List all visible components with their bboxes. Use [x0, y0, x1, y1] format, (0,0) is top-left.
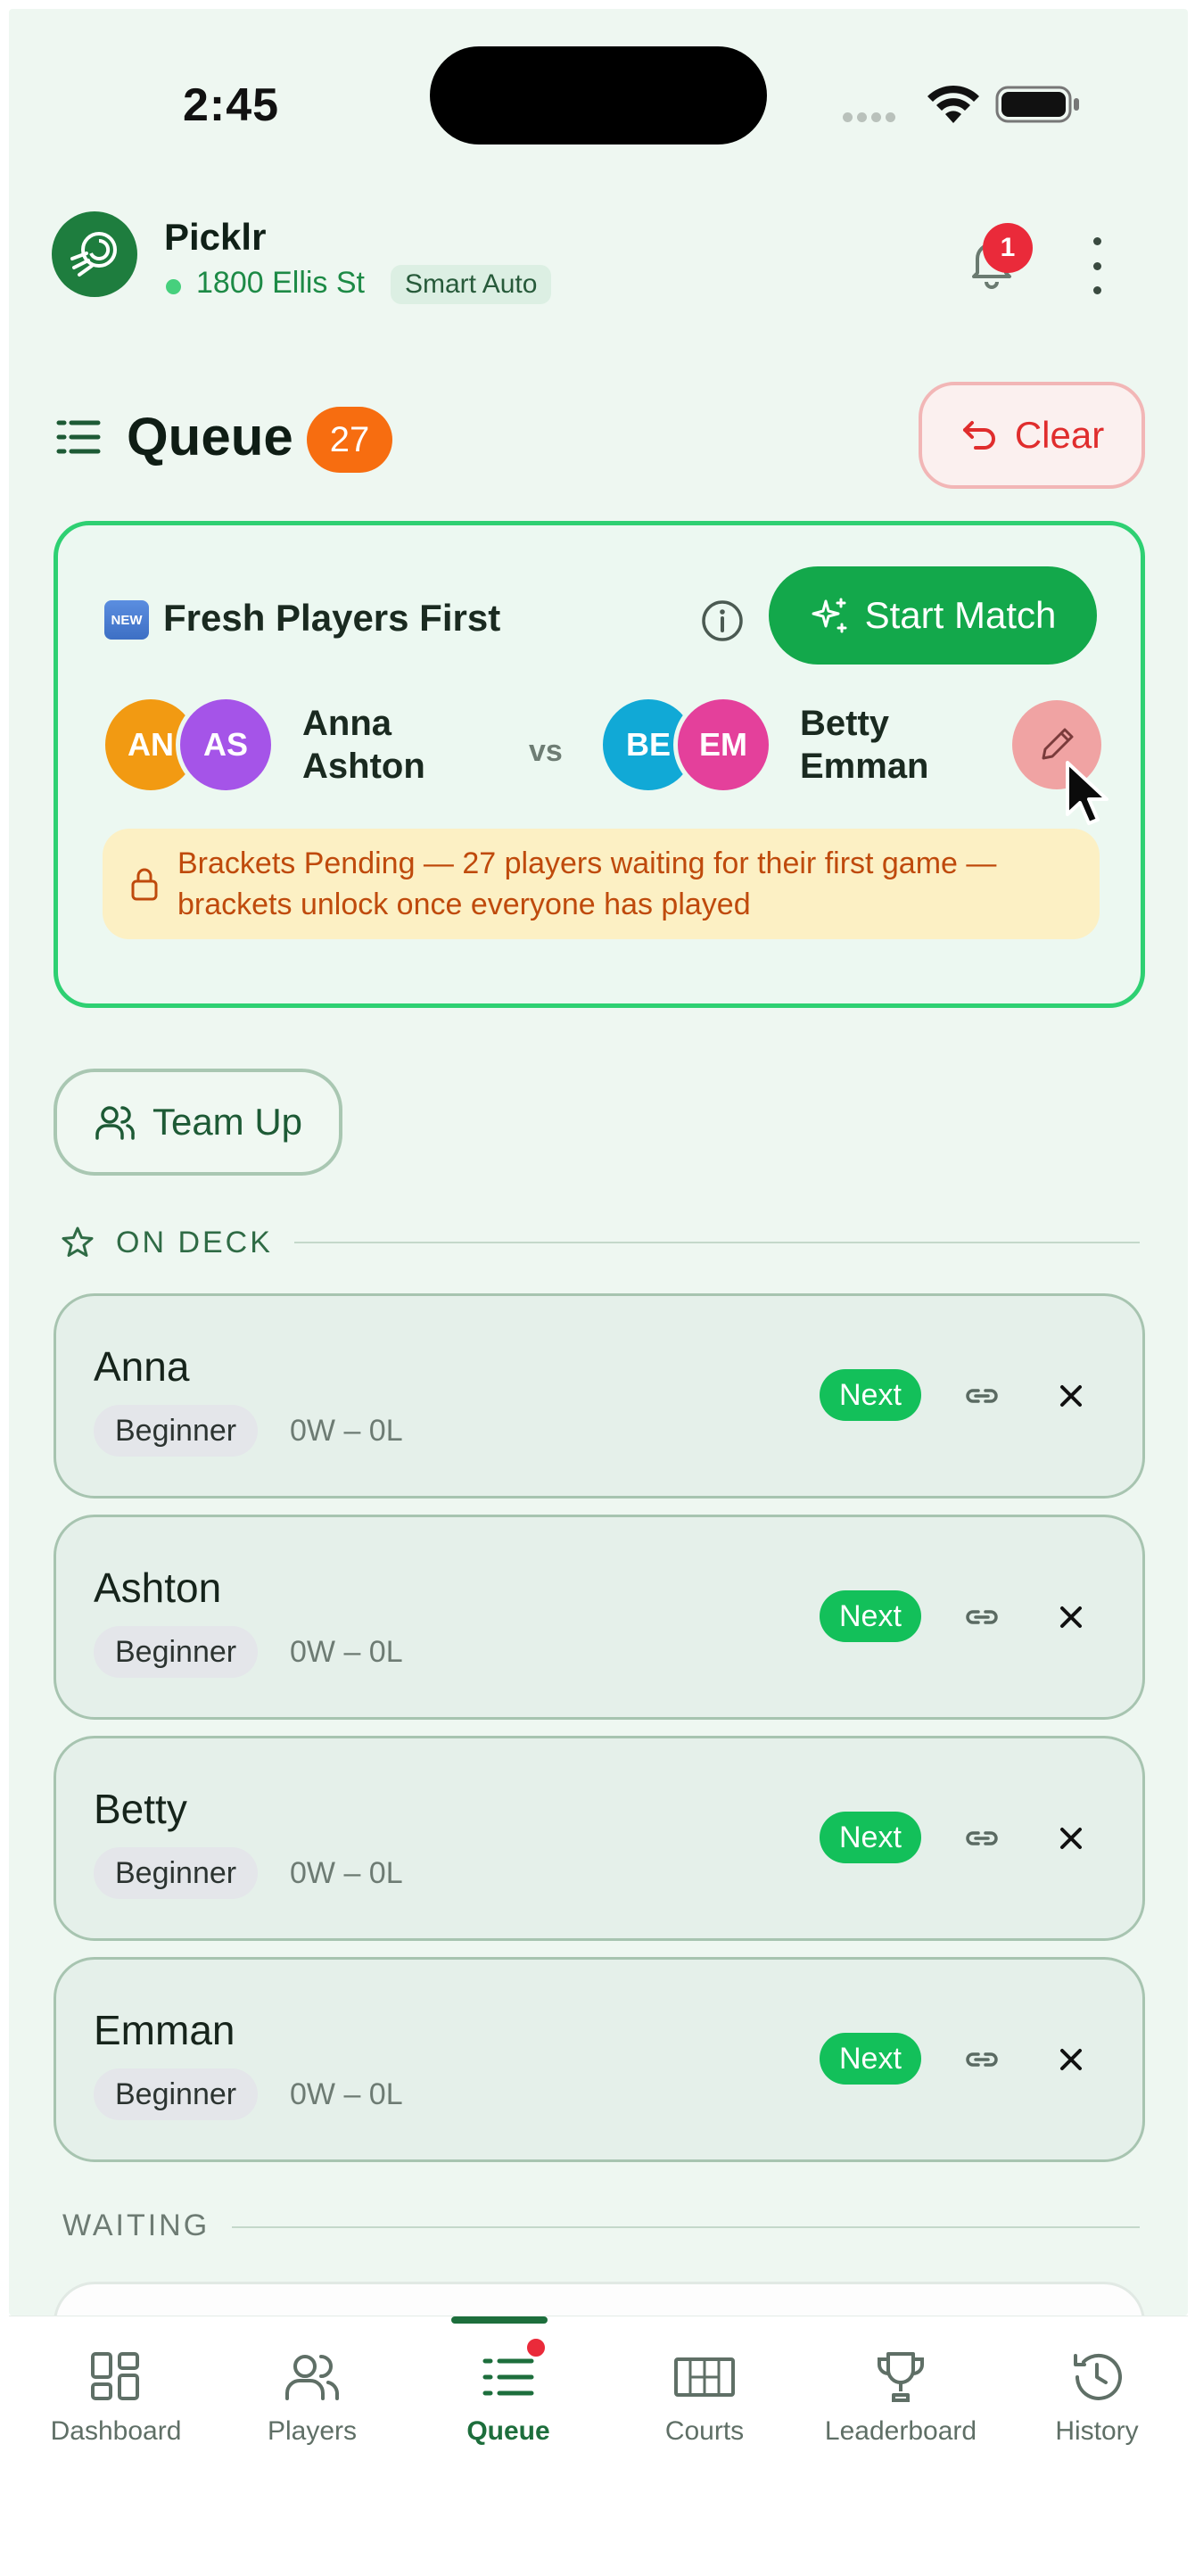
queue-icon	[482, 2358, 534, 2396]
team-b-names: Betty Emman	[800, 702, 929, 788]
nav-leaderboard[interactable]: Leaderboard	[803, 2316, 999, 2477]
next-badge: Next	[820, 1369, 921, 1421]
player-card[interactable]: Ashton Beginner 0W – 0L Next	[54, 1515, 1145, 1720]
player-record: 0W – 0L	[290, 2077, 403, 2111]
next-badge: Next	[820, 2033, 921, 2085]
nav-dashboard[interactable]: Dashboard	[18, 2316, 214, 2477]
new-badge-icon: NEW	[104, 600, 149, 640]
list-icon	[56, 420, 101, 454]
team-up-button[interactable]: Team Up	[54, 1069, 342, 1176]
player-record: 0W – 0L	[290, 1414, 403, 1448]
app-logo	[52, 211, 137, 297]
close-icon[interactable]	[1051, 2040, 1091, 2079]
link-icon[interactable]	[962, 1598, 1001, 1637]
next-badge: Next	[820, 1590, 921, 1642]
next-match-card: NEW Fresh Players First Start Match AN A…	[54, 521, 1145, 1008]
trophy-icon	[878, 2352, 924, 2402]
link-icon[interactable]	[962, 1376, 1001, 1416]
section-divider	[294, 1242, 1140, 1243]
battery-icon	[995, 86, 1079, 123]
nav-label: Courts	[664, 2416, 745, 2446]
link-icon[interactable]	[962, 1819, 1001, 1858]
pickleball-icon	[70, 232, 117, 277]
level-badge: Beginner	[94, 2068, 259, 2120]
mouse-pointer-icon	[1066, 761, 1108, 825]
nav-players[interactable]: Players	[214, 2316, 410, 2477]
brackets-pending-text: Brackets Pending — 27 players waiting fo…	[177, 846, 997, 921]
courts-icon	[674, 2357, 735, 2397]
match-mode-title: Fresh Players First	[163, 597, 501, 639]
avatar: AS	[176, 695, 276, 795]
status-time: 2:45	[183, 79, 280, 131]
player-name: Anna	[94, 1343, 190, 1390]
location-status-dot	[166, 279, 181, 294]
history-icon	[1074, 2353, 1122, 2400]
start-match-label: Start Match	[864, 594, 1057, 636]
player-record: 0W – 0L	[290, 1856, 403, 1890]
level-badge: Beginner	[94, 1626, 259, 1678]
nav-queue[interactable]: Queue	[410, 2316, 606, 2477]
star-icon	[62, 1226, 94, 1257]
nav-label: Leaderboard	[824, 2416, 977, 2446]
player-card[interactable]: Anna Beginner 0W – 0L Next	[54, 1293, 1145, 1499]
section-divider	[232, 2226, 1140, 2228]
next-badge: Next	[820, 1812, 921, 1863]
waiting-section-label: WAITING	[62, 2209, 210, 2242]
signal-dots-icon	[843, 111, 905, 123]
info-icon[interactable]	[700, 599, 745, 643]
nav-courts[interactable]: Courts	[606, 2316, 803, 2477]
close-icon[interactable]	[1051, 1819, 1091, 1858]
page-title: Queue	[127, 407, 293, 466]
undo-icon	[962, 421, 995, 450]
queue-notification-dot	[524, 2336, 548, 2359]
team-up-label: Team Up	[152, 1101, 303, 1143]
waiting-player-card[interactable]	[54, 2282, 1145, 2316]
link-icon[interactable]	[962, 2040, 1001, 2079]
close-icon[interactable]	[1051, 1376, 1091, 1416]
location-label[interactable]: 1800 Ellis St	[196, 266, 365, 301]
player-card[interactable]: Betty Beginner 0W – 0L Next	[54, 1736, 1145, 1941]
dynamic-island	[430, 46, 767, 144]
brackets-pending-notice: Brackets Pending — 27 players waiting fo…	[103, 829, 1100, 939]
avatar: EM	[673, 695, 773, 795]
player-card[interactable]: Emman Beginner 0W – 0L Next	[54, 1957, 1145, 2162]
notification-badge: 1	[983, 223, 1033, 273]
player-name: Betty	[94, 1786, 187, 1832]
team-a-player-2: Ashton	[302, 747, 425, 786]
app-screen: 2:45 Picklr 1800 Ellis St Smart Auto 1 Q…	[9, 9, 1188, 2316]
nav-label: History	[1055, 2416, 1139, 2446]
level-badge: Beginner	[94, 1405, 259, 1457]
more-options-icon[interactable]	[1079, 237, 1115, 294]
player-name: Ashton	[94, 1565, 222, 1611]
vs-label: vs	[529, 734, 563, 768]
team-a-player-1: Anna	[302, 704, 391, 743]
player-record: 0W – 0L	[290, 1635, 403, 1669]
team-b-player-2: Emman	[800, 747, 929, 786]
wifi-icon	[927, 85, 979, 123]
nav-label: Queue	[466, 2416, 550, 2446]
clear-button[interactable]: Clear	[919, 382, 1145, 489]
nav-label: Players	[267, 2416, 358, 2446]
players-icon	[285, 2355, 339, 2400]
start-match-button[interactable]: Start Match	[769, 566, 1097, 665]
sparkles-icon	[812, 598, 847, 633]
nav-label: Dashboard	[50, 2416, 182, 2446]
mode-badge[interactable]: Smart Auto	[391, 265, 552, 304]
on-deck-section-label: ON DECK	[116, 1226, 273, 1259]
level-badge: Beginner	[94, 1847, 259, 1899]
close-icon[interactable]	[1051, 1598, 1091, 1637]
app-name: Picklr	[164, 216, 267, 258]
queue-count-badge: 27	[307, 407, 392, 473]
clear-label: Clear	[1014, 414, 1105, 456]
bottom-nav: Dashboard Players Queue Courts Leaderboa…	[9, 2316, 1188, 2576]
team-b-player-1: Betty	[800, 704, 890, 743]
users-icon	[95, 1106, 135, 1140]
lock-icon	[131, 868, 158, 901]
nav-history[interactable]: History	[999, 2316, 1195, 2477]
dashboard-icon	[91, 2352, 139, 2400]
team-a-names: Anna Ashton	[302, 702, 425, 788]
player-name: Emman	[94, 2007, 235, 2053]
